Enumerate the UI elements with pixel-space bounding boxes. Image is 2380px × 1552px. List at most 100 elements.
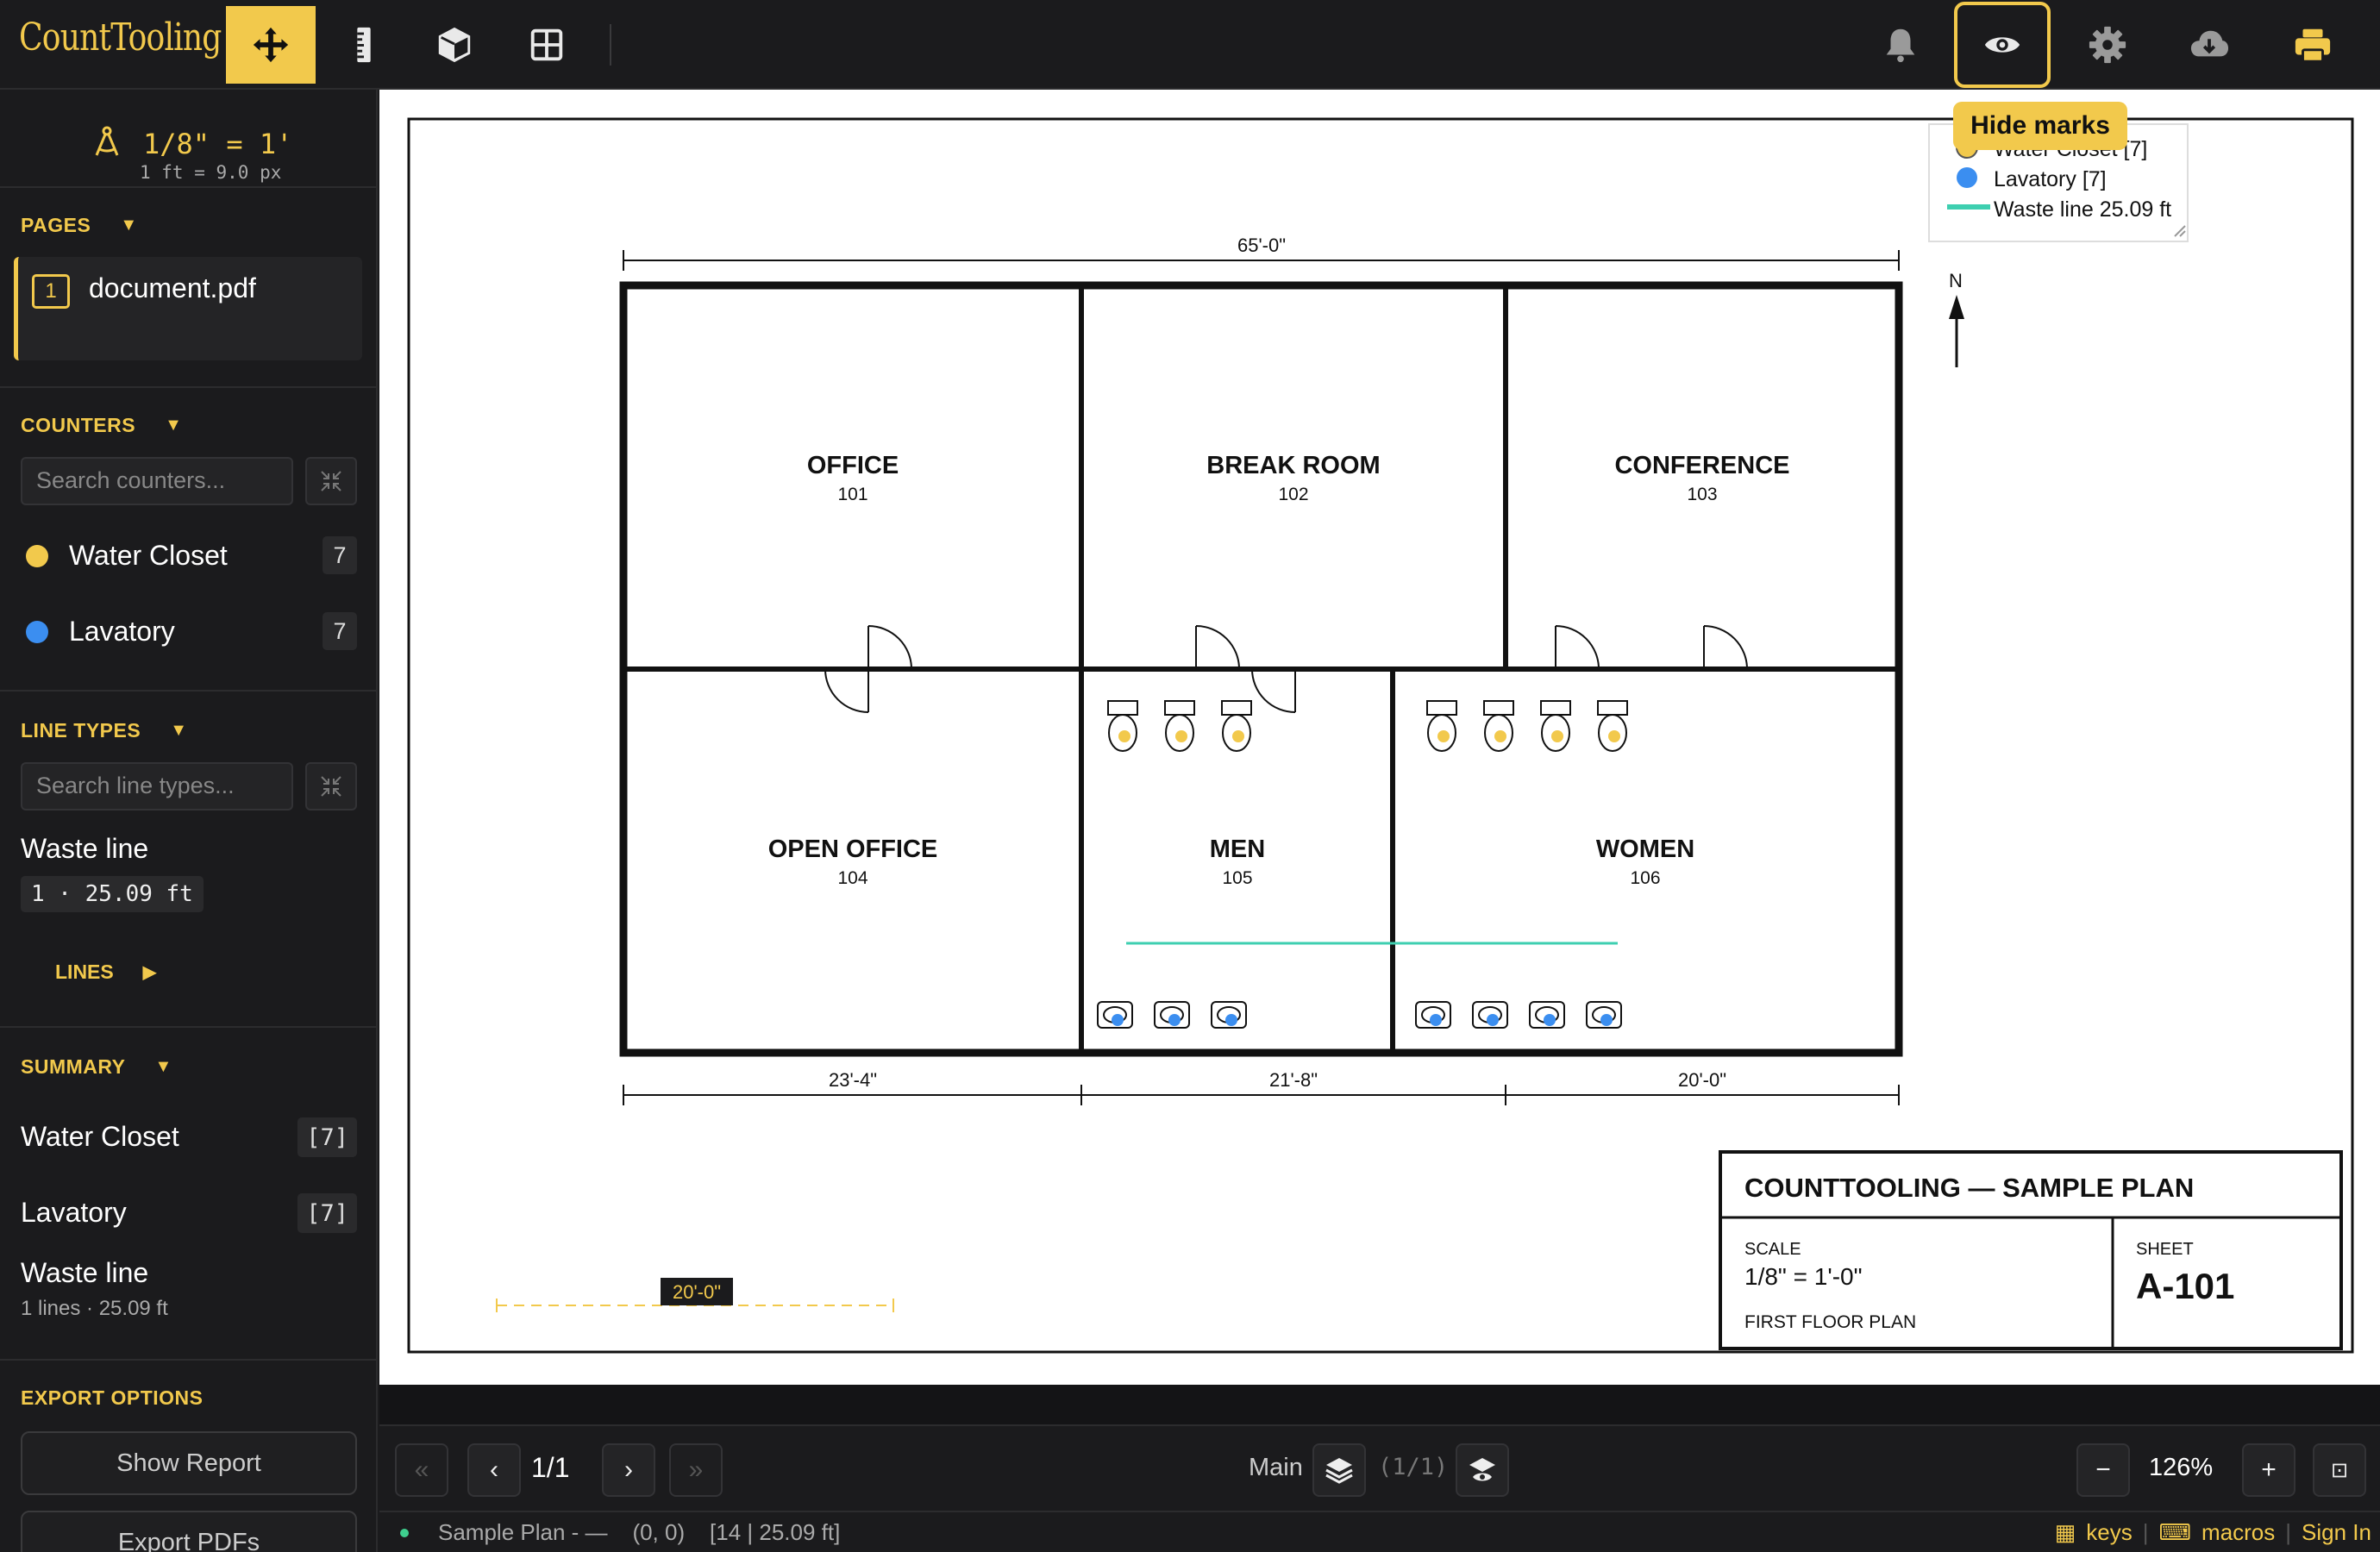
status-plan: Sample Plan - — <box>438 1519 608 1545</box>
separator: | <box>2142 1519 2149 1545</box>
status-left: Sample Plan - — (0, 0) [14 | 25.09 ft] <box>438 1519 840 1546</box>
collapse-icon <box>321 471 341 491</box>
export-pdfs-button[interactable]: Export PDFs <box>21 1511 357 1552</box>
summary-heading: SUMMARY <box>21 1055 126 1078</box>
counter-count: 7 <box>323 536 357 574</box>
water-closet-mark[interactable] <box>1164 700 1195 752</box>
sign-in-link[interactable]: Sign In <box>2302 1519 2371 1546</box>
chevron-left-icon: ‹ <box>490 1455 498 1484</box>
measure-icon <box>357 27 371 63</box>
toggle-marks-button[interactable] <box>1954 2 2051 88</box>
summary-waste-sub: 1 lines · 25.09 ft <box>21 1297 168 1320</box>
search-line-types-input[interactable]: Search line types... <box>21 762 293 810</box>
print-button[interactable] <box>2268 6 2358 84</box>
print-icon <box>2295 28 2331 63</box>
next-page-button[interactable]: › <box>602 1443 655 1497</box>
minus-icon: − <box>2095 1455 2111 1484</box>
last-page-button[interactable]: » <box>669 1443 723 1497</box>
water-closet-mark[interactable] <box>1426 700 1457 752</box>
move-tool-button[interactable] <box>226 6 316 84</box>
layer-visibility-button[interactable] <box>1456 1443 1509 1497</box>
lavatory-mark[interactable] <box>1472 1001 1508 1029</box>
overall-dimension-label: 65'-0" <box>1237 235 1286 256</box>
line-type-name[interactable]: Waste line <box>21 833 148 865</box>
title-block-title: COUNTTOOLING — SAMPLE PLAN <box>1744 1173 2194 1203</box>
water-closet-mark[interactable] <box>1107 700 1138 752</box>
fit-icon: ⊡ <box>2330 1458 2349 1482</box>
fit-to-page-button[interactable]: ⊡ <box>2313 1443 2366 1497</box>
collapse-line-types-button[interactable] <box>305 762 357 810</box>
lavatory-mark[interactable] <box>1211 1001 1247 1029</box>
summary-waste-name: Waste line <box>21 1257 149 1288</box>
measure-tool-button[interactable] <box>319 6 409 84</box>
counter-count: 7 <box>323 612 357 650</box>
counters-section-toggle[interactable]: COUNTERS ▼ <box>21 414 182 437</box>
title-block-sheet-label: SHEET <box>2136 1240 2194 1259</box>
legend-waste-swatch <box>1947 204 1990 210</box>
layers-button[interactable] <box>1312 1443 1366 1497</box>
first-page-button[interactable]: « <box>395 1443 448 1497</box>
macros-link[interactable]: macros <box>2202 1519 2275 1546</box>
title-block-scale-value: 1/8" = 1'-0" <box>1744 1263 1863 1290</box>
plus-icon: + <box>2261 1455 2277 1484</box>
pages-section-toggle[interactable]: PAGES ▼ <box>21 214 138 237</box>
title-block-scale-label: SCALE <box>1744 1240 1801 1259</box>
page-item[interactable]: 1 document.pdf <box>14 257 362 360</box>
room-name: BREAK ROOM <box>1206 452 1380 479</box>
collapse-icon <box>321 776 341 797</box>
lavatory-mark[interactable] <box>1586 1001 1622 1029</box>
chevron-right-icon: › <box>624 1455 633 1484</box>
keys-link[interactable]: keys <box>2086 1519 2132 1546</box>
water-closet-mark[interactable] <box>1597 700 1628 752</box>
prev-page-button[interactable]: ‹ <box>467 1443 521 1497</box>
status-dot <box>400 1529 409 1537</box>
3d-tool-button[interactable] <box>410 6 499 84</box>
app-logo: CountTooling <box>19 16 222 59</box>
double-chevron-right-icon: » <box>688 1455 704 1484</box>
dimension-label: 20'-0" <box>1678 1069 1726 1091</box>
water-closet-mark[interactable] <box>1221 700 1252 752</box>
room-name: OFFICE <box>807 452 899 479</box>
room-number: 103 <box>1687 485 1717 504</box>
room-name: WOMEN <box>1596 835 1694 863</box>
zoom-out-button[interactable]: − <box>2076 1443 2130 1497</box>
lines-label: LINES <box>55 961 114 983</box>
lavatory-mark[interactable] <box>1415 1001 1451 1029</box>
dimension-label: 21'-8" <box>1269 1069 1318 1091</box>
settings-button[interactable] <box>2063 6 2152 84</box>
summary-section-toggle[interactable]: SUMMARY ▼ <box>21 1055 172 1079</box>
lines-toggle[interactable]: LINES ▶ <box>55 961 156 984</box>
counter-item-water-closet[interactable]: Water Closet 7 <box>21 533 357 579</box>
grid-tool-button[interactable] <box>502 6 592 84</box>
lavatory-mark[interactable] <box>1529 1001 1565 1029</box>
search-counters-input[interactable]: Search counters... <box>21 457 293 505</box>
download-button[interactable] <box>2164 6 2254 84</box>
title-block: COUNTTOOLING — SAMPLE PLAN SCALE 1/8" = … <box>1719 1150 2343 1350</box>
measure-label: 20'-0" <box>673 1281 721 1303</box>
cloud-download-icon <box>2190 30 2229 57</box>
scale-label: 1/8" = 1' <box>143 128 293 160</box>
lavatory-mark[interactable] <box>1154 1001 1190 1029</box>
layer-eye-icon <box>1469 1458 1495 1481</box>
room-number: 104 <box>837 868 867 888</box>
sidebar: 1/8" = 1' 1 ft = 9.0 px PAGES ▼ 1 docume… <box>0 90 378 1552</box>
zoom-in-button[interactable]: + <box>2242 1443 2295 1497</box>
summary-row-water-closet: Water Closet [7] <box>21 1116 357 1161</box>
plan-canvas[interactable]: Water Closet [7] Lavatory [7] Waste line… <box>379 90 2380 1385</box>
water-closet-mark[interactable] <box>1483 700 1514 752</box>
color-dot <box>26 545 48 567</box>
export-heading: EXPORT OPTIONS <box>21 1386 203 1410</box>
page-navigation-bar: « ‹ 1/1 › » Main (1/1) − 126% + ⊡ <box>379 1424 2380 1511</box>
compass-icon <box>95 126 119 156</box>
lavatory-mark[interactable] <box>1097 1001 1133 1029</box>
show-report-button[interactable]: Show Report <box>21 1431 357 1495</box>
double-chevron-left-icon: « <box>414 1455 429 1484</box>
title-block-drawing: FIRST FLOOR PLAN <box>1744 1312 1916 1332</box>
water-closet-mark[interactable] <box>1540 700 1571 752</box>
notifications-button[interactable] <box>1856 6 1945 84</box>
line-types-section-toggle[interactable]: LINE TYPES ▼ <box>21 719 188 742</box>
collapse-counters-button[interactable] <box>305 457 357 505</box>
counter-item-lavatory[interactable]: Lavatory 7 <box>21 609 357 655</box>
title-block-sheet-value: A-101 <box>2136 1266 2234 1306</box>
line-types-heading: LINE TYPES <box>21 719 141 742</box>
